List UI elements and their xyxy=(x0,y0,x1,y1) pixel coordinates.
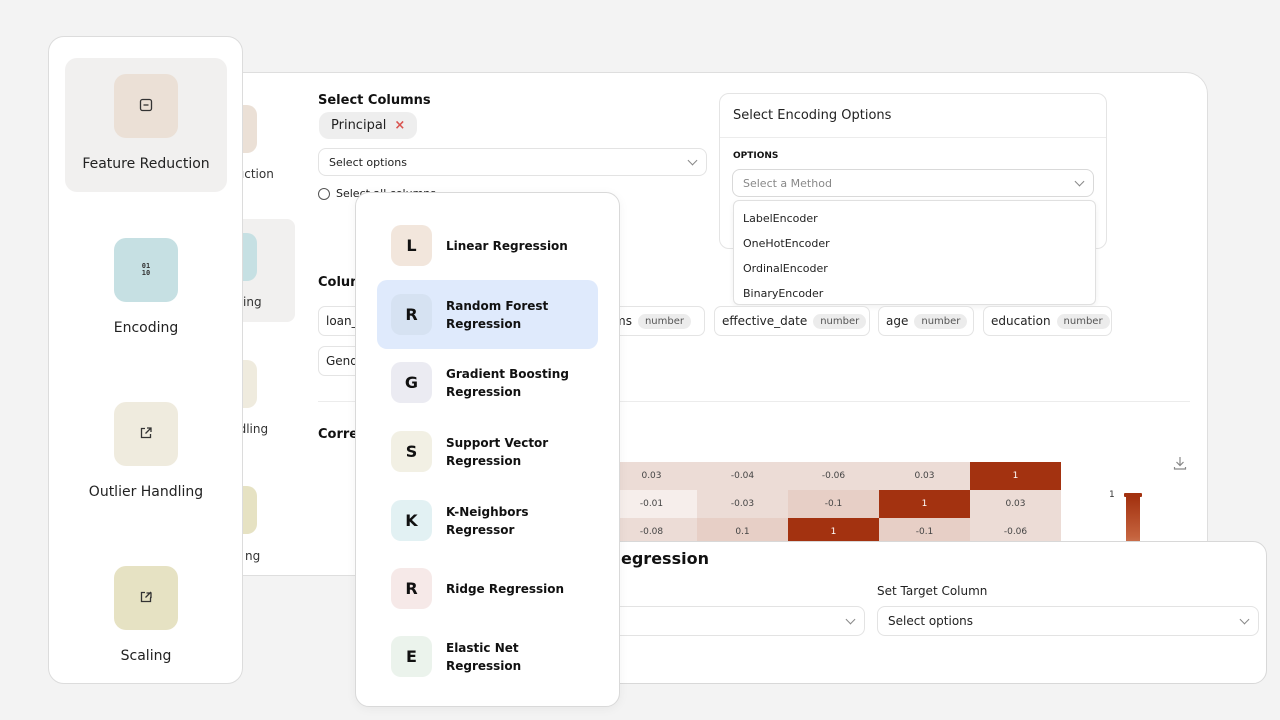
chevron-down-icon xyxy=(1074,176,1085,186)
encoding-panel-title: Select Encoding Options xyxy=(720,94,1106,138)
model-option-ridge-regression[interactable]: R Ridge Regression xyxy=(377,554,598,623)
binary-icon: 01 10 xyxy=(141,262,151,277)
external-link-icon xyxy=(139,425,153,444)
method-option[interactable]: LabelEncoder xyxy=(734,206,1095,231)
download-icon[interactable] xyxy=(1172,455,1188,471)
sidebar-item-label: Feature Reduction xyxy=(82,156,210,172)
model-option-elastic-net-regression[interactable]: E Elastic Net Regression xyxy=(377,622,598,691)
regression-feature-select[interactable] xyxy=(611,606,865,636)
method-option[interactable]: BinaryEncoder xyxy=(734,281,1095,306)
model-label: Elastic Net Regression xyxy=(446,640,522,673)
heatmap-cell: 1 xyxy=(879,490,970,518)
heatmap-cell: -0.03 xyxy=(697,490,788,518)
heatmap-cell: 0.03 xyxy=(879,462,970,490)
regression-model-list: L Linear Regression R Random Forest Regr… xyxy=(355,192,620,707)
model-option-linear-regression[interactable]: L Linear Regression xyxy=(377,211,598,280)
target-placeholder: Select options xyxy=(888,614,974,628)
main-card: duction ing ndling ng Select Columns Pri… xyxy=(200,72,1208,576)
model-letter-tile: E xyxy=(391,636,432,677)
sidebar-item-outlier-handling[interactable]: Outlier Handling xyxy=(65,386,227,520)
model-letter-tile: G xyxy=(391,362,432,403)
method-option[interactable]: OrdinalEncoder xyxy=(734,256,1095,281)
column-name: age xyxy=(886,314,909,328)
column-name: loan_ xyxy=(326,314,358,328)
model-letter-tile: L xyxy=(391,225,432,266)
outlier-handling-tile xyxy=(114,402,178,466)
chip-label: Principal xyxy=(331,118,387,133)
select-columns-dropdown[interactable]: Select options xyxy=(318,148,707,176)
sidebar-item-scaling[interactable]: Scaling xyxy=(65,550,227,684)
model-label: Ridge Regression xyxy=(446,581,565,596)
model-option-random-forest-regression[interactable]: R Random Forest Regression xyxy=(377,280,598,349)
column-chip[interactable]: age number xyxy=(878,306,974,336)
resize-icon xyxy=(139,589,153,608)
model-letter-tile: R xyxy=(391,568,432,609)
model-letter-tile: K xyxy=(391,500,432,541)
select-placeholder: Select options xyxy=(329,155,407,169)
model-option-k-neighbors-regressor[interactable]: K K-Neighbors Regressor xyxy=(377,486,598,555)
select-all-radio[interactable] xyxy=(318,187,330,200)
sidebar-item-label: Outlier Handling xyxy=(88,484,204,500)
column-name: education xyxy=(991,314,1051,328)
model-label: Gradient Boosting Regression xyxy=(446,366,569,399)
chevron-down-icon xyxy=(687,155,698,165)
preprocessing-sidebar: Feature Reduction 01 10 Encoding Outlier… xyxy=(48,36,243,684)
model-label: Random Forest Regression xyxy=(446,298,549,331)
target-column-select[interactable]: Select options xyxy=(877,606,1259,636)
peek-label-scaling: ng xyxy=(245,549,261,563)
heatmap-cell: -0.06 xyxy=(788,462,879,490)
model-option-support-vector-regression[interactable]: S Support Vector Regression xyxy=(377,417,598,486)
column-chip[interactable]: effective_date number xyxy=(714,306,870,336)
column-type-badge: number xyxy=(813,313,867,329)
regression-title: egression xyxy=(621,549,709,568)
selected-column-chip[interactable]: Principal × xyxy=(319,112,418,139)
correlation-title: Corre xyxy=(318,427,359,442)
sidebar-item-label: Encoding xyxy=(113,320,179,336)
method-option[interactable]: OneHotEncoder xyxy=(734,231,1095,256)
correlation-heatmap: 0.03 -0.04 -0.06 0.03 1 -0.01 -0.03 -0.1 1 0.03 -0… xyxy=(606,462,1061,546)
column-chip[interactable]: education number xyxy=(983,306,1112,336)
minus-square-icon xyxy=(139,97,153,116)
encoding-method-select[interactable]: Select a Method xyxy=(732,169,1094,197)
remove-chip-icon[interactable]: × xyxy=(394,118,405,133)
model-option-gradient-boosting-regression[interactable]: G Gradient Boosting Regression xyxy=(377,348,598,417)
column-name: Gend xyxy=(326,354,358,368)
chevron-down-icon xyxy=(1239,614,1250,624)
sidebar-item-label: Scaling xyxy=(120,648,172,664)
heatmap-cell: -0.04 xyxy=(697,462,788,490)
heatmap-cell: 1 xyxy=(970,462,1061,490)
encoding-method-dropdown: LabelEncoder OneHotEncoder OrdinalEncode… xyxy=(733,200,1096,305)
model-label: K-Neighbors Regressor xyxy=(446,504,529,537)
colorbar-max-label: 1 xyxy=(1109,490,1115,500)
regression-config-card: egression Set Target Column Select optio… xyxy=(600,541,1267,684)
chevron-down-icon xyxy=(845,614,856,624)
model-label: Support Vector Regression xyxy=(446,435,549,468)
model-letter-tile: S xyxy=(391,431,432,472)
model-label: Linear Regression xyxy=(446,238,568,253)
feature-reduction-tile xyxy=(114,74,178,138)
column-type-badge: number xyxy=(914,313,968,329)
column-chip[interactable]: ms number xyxy=(606,306,705,336)
column-type-badge: number xyxy=(637,313,691,329)
method-placeholder: Select a Method xyxy=(743,176,832,190)
select-columns-title: Select Columns xyxy=(318,93,431,108)
sidebar-item-feature-reduction[interactable]: Feature Reduction xyxy=(65,58,227,192)
column-type-badge: number xyxy=(1056,313,1110,329)
options-label: OPTIONS xyxy=(733,151,779,161)
heatmap-cell: -0.1 xyxy=(788,490,879,518)
heatmap-cell: 0.03 xyxy=(970,490,1061,518)
sidebar-item-encoding[interactable]: 01 10 Encoding xyxy=(65,222,227,356)
column-name: effective_date xyxy=(722,314,808,328)
target-column-label: Set Target Column xyxy=(877,584,988,598)
peek-label-encoding: ing xyxy=(243,295,262,309)
encoding-tile: 01 10 xyxy=(114,238,178,302)
model-letter-tile: R xyxy=(391,294,432,335)
scaling-tile xyxy=(114,566,178,630)
